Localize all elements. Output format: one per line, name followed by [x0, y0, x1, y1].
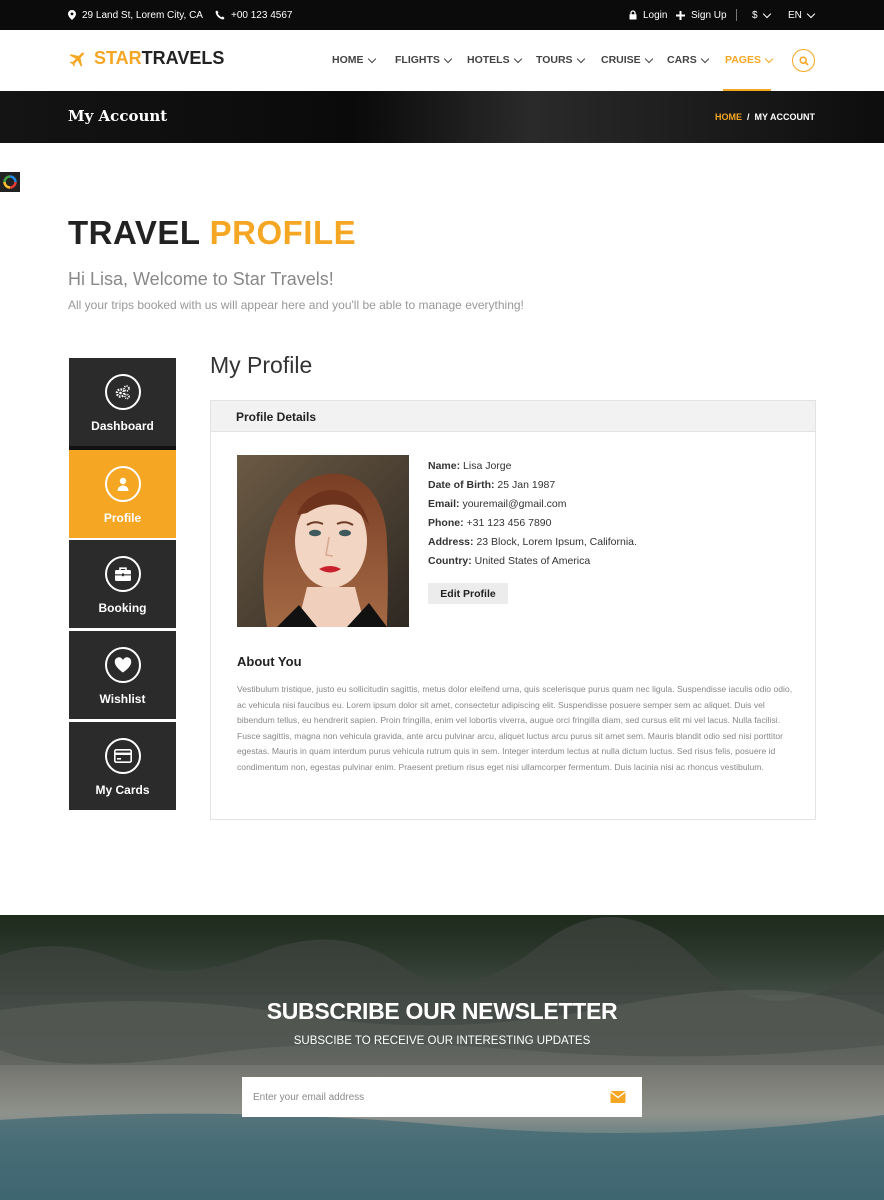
about-text: Vestibulum tristique, justo eu sollicitu… — [237, 684, 793, 772]
sidebar-item-label: Wishlist — [99, 692, 146, 706]
profile-photo — [237, 455, 409, 627]
nav-home[interactable]: HOME — [332, 54, 376, 66]
briefcase-icon — [114, 567, 131, 581]
sidebar-item-wishlist[interactable]: Wishlist — [69, 631, 176, 719]
phone-info: +00 123 4567 — [215, 0, 292, 30]
map-pin-icon — [68, 10, 76, 20]
nav-flights[interactable]: FLIGHTS — [395, 54, 453, 66]
welcome-message: Hi Lisa, Welcome to Star Travels! — [68, 269, 334, 289]
detail-dob: Date of Birth: 25 Jan 1987 — [428, 479, 556, 491]
topbar-divider — [736, 9, 737, 21]
icon-circle — [104, 738, 141, 774]
chevron-down-icon — [367, 54, 376, 63]
detail-country: Country: United States of America — [428, 555, 591, 567]
envelope-icon[interactable] — [610, 1090, 626, 1104]
heart-icon — [114, 657, 131, 673]
address-text: 29 Land St, Lorem City, CA — [82, 9, 203, 21]
detail-email: Email: youremail@gmail.com — [428, 498, 567, 510]
phone-text: +00 123 4567 — [231, 9, 293, 21]
phone-icon — [215, 10, 225, 20]
sidebar-item-label: Profile — [103, 511, 142, 525]
chevron-down-icon — [762, 9, 771, 18]
language-value: EN — [788, 9, 802, 21]
chevron-down-icon — [443, 54, 453, 63]
detail-phone: Phone: +31 123 456 7890 — [428, 517, 552, 529]
page-title: My Account — [68, 107, 168, 125]
main-header: STARTRAVELS HOME FLIGHTS HOTELS TOURS CR… — [0, 30, 884, 92]
newsletter-form — [242, 1077, 642, 1117]
section-title: My Profile — [210, 352, 313, 378]
chevron-down-icon — [700, 54, 710, 63]
sidebar-item-label: My Cards — [95, 783, 150, 797]
profile-details-list: Name: Lisa Jorge Date of Birth: 25 Jan 1… — [428, 457, 637, 571]
nav-cars[interactable]: CARS — [667, 54, 710, 66]
language-select[interactable]: EN — [788, 0, 816, 30]
breadcrumb-home[interactable]: HOME — [715, 112, 742, 122]
chevron-down-icon — [576, 54, 585, 63]
lock-icon — [629, 10, 637, 20]
detail-address: Address: 23 Block, Lorem Ipsum, Californ… — [428, 536, 637, 548]
newsletter-title: SUBSCRIBE OUR NEWSLETTER — [266, 998, 618, 1024]
nav-tours[interactable]: TOURS — [536, 54, 585, 66]
panel-header: Profile Details — [211, 401, 815, 432]
chevron-down-icon — [764, 54, 774, 63]
chevron-down-icon — [644, 54, 653, 63]
login-link[interactable]: Login — [629, 0, 667, 30]
signup-link[interactable]: Sign Up — [676, 0, 727, 30]
detail-name: Name: Lisa Jorge — [428, 460, 512, 472]
nav-pages[interactable]: PAGES — [725, 54, 774, 66]
profile-portrait-image — [237, 455, 409, 627]
login-label: Login — [643, 9, 668, 21]
color-wheel-icon — [3, 175, 17, 189]
icon-circle — [104, 556, 141, 592]
currency-select[interactable]: $ — [752, 0, 771, 30]
chevron-down-icon — [513, 54, 522, 63]
newsletter-subtitle: SUBSCIBE TO RECEIVE OUR INTERESTING UPDA… — [293, 1035, 591, 1047]
icon-circle — [104, 647, 141, 683]
breadcrumb: HOME / MY ACCOUNT — [715, 112, 815, 122]
beach-background-image — [0, 916, 884, 1200]
search-button[interactable] — [792, 49, 815, 72]
icon-circle — [104, 466, 141, 502]
page-title-band: My Account HOME / MY ACCOUNT — [0, 91, 884, 143]
search-icon — [798, 55, 809, 66]
sidebar-item-dashboard[interactable]: Dashboard — [69, 358, 176, 446]
breadcrumb-separator: / — [746, 112, 750, 122]
about-heading: About You — [237, 654, 302, 669]
airplane-icon — [69, 51, 84, 67]
site-logo[interactable]: STARTRAVELS — [68, 48, 224, 69]
panel-title: Profile Details — [236, 410, 317, 424]
icon-circle — [104, 374, 141, 410]
credit-card-icon — [113, 749, 132, 763]
newsletter-section: SUBSCRIBE OUR NEWSLETTER SUBSCIBE TO REC… — [0, 915, 884, 1200]
breadcrumb-current: MY ACCOUNT — [754, 112, 816, 122]
edit-profile-button[interactable]: Edit Profile — [428, 583, 508, 604]
logo-text: STARTRAVELS — [94, 48, 225, 68]
newsletter-email-input[interactable] — [242, 1077, 592, 1117]
travel-profile-heading: TRAVEL PROFILE — [68, 214, 357, 251]
sidebar-item-label: Dashboard — [91, 419, 154, 433]
welcome-subtitle: All your trips booked with us will appea… — [68, 298, 524, 312]
sidebar-item-booking[interactable]: Booking — [69, 540, 176, 628]
sidebar-item-label: Booking — [98, 601, 147, 615]
gears-icon — [115, 385, 130, 400]
topbar: 29 Land St, Lorem City, CA +00 123 4567 … — [0, 0, 884, 30]
signup-label: Sign Up — [691, 9, 727, 21]
chevron-down-icon — [806, 9, 816, 18]
currency-value: $ — [752, 9, 758, 21]
plus-icon — [676, 10, 685, 20]
sidebar-item-profile[interactable]: Profile — [69, 450, 176, 538]
nav-hotels[interactable]: HOTELS — [467, 54, 522, 66]
color-switcher-button[interactable] — [0, 172, 20, 192]
user-icon — [117, 477, 128, 491]
address-info: 29 Land St, Lorem City, CA — [68, 0, 203, 30]
nav-cruise[interactable]: CRUISE — [601, 54, 653, 66]
profile-details-panel: Profile Details Name: Lisa Jorge Date of… — [210, 400, 816, 820]
sidebar-item-my-cards[interactable]: My Cards — [69, 722, 176, 810]
